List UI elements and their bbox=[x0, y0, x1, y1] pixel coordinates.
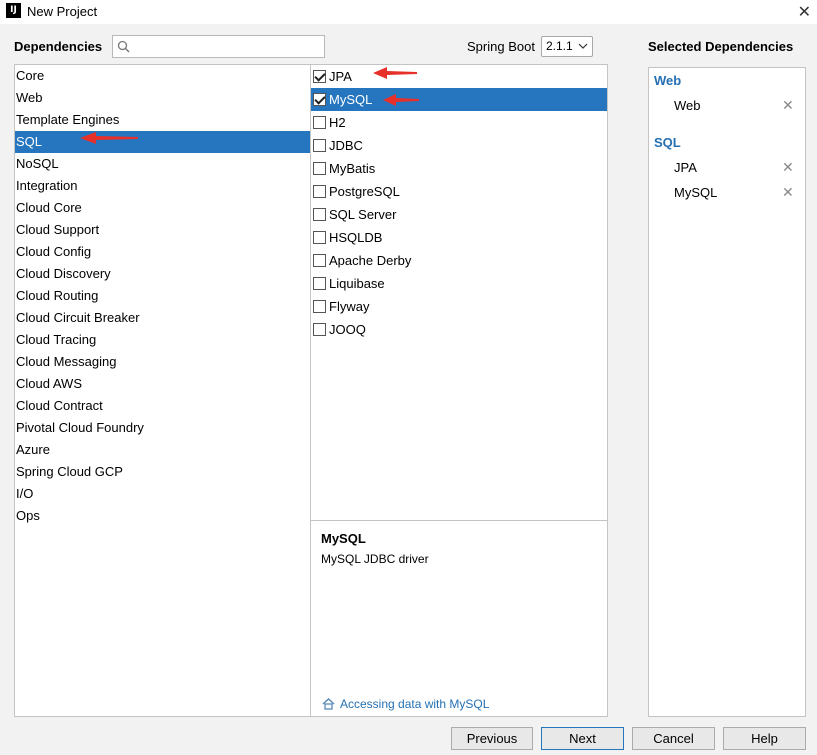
previous-button[interactable]: Previous bbox=[451, 727, 533, 750]
dependency-item[interactable]: MyBatis bbox=[311, 157, 607, 180]
selected-dependency-item: MySQL bbox=[674, 185, 718, 200]
dependency-checkbox[interactable] bbox=[313, 231, 326, 244]
dependency-description-panel: MySQL MySQL JDBC driver Accessing data w… bbox=[311, 520, 608, 717]
dependency-checkbox[interactable] bbox=[313, 93, 326, 106]
description-title: MySQL bbox=[321, 531, 366, 546]
cancel-button[interactable]: Cancel bbox=[632, 727, 715, 750]
window-title: New Project bbox=[27, 4, 98, 19]
home-icon bbox=[322, 698, 335, 710]
dependency-label: MySQL bbox=[329, 92, 373, 107]
next-button[interactable]: Next bbox=[541, 727, 624, 750]
category-list: Core Web Template Engines SQL NoSQL Integrati… bbox=[14, 64, 311, 717]
category-item[interactable]: Ops bbox=[15, 505, 310, 527]
remove-icon[interactable]: ✕ bbox=[782, 97, 794, 114]
selected-group-header: Web bbox=[654, 73, 682, 88]
search-field[interactable] bbox=[112, 35, 325, 58]
dependency-item[interactable]: SQL Server bbox=[311, 203, 607, 226]
remove-icon[interactable]: ✕ bbox=[782, 184, 794, 201]
dependency-label: MyBatis bbox=[329, 161, 376, 176]
chevron-down-icon bbox=[578, 37, 588, 63]
category-item[interactable]: Cloud Routing bbox=[15, 285, 310, 307]
dependency-checkbox[interactable] bbox=[313, 116, 326, 129]
selected-dependencies-label: Selected Dependencies bbox=[648, 39, 794, 54]
spring-boot-version-select[interactable]: 2.1.1 bbox=[541, 36, 593, 57]
search-icon bbox=[117, 40, 130, 53]
category-item[interactable]: Azure bbox=[15, 439, 310, 461]
red-arrow-icon bbox=[373, 67, 417, 79]
dependency-list: JPA MySQL H2 JDBC MyBatis PostgreSQL SQL Serve… bbox=[311, 64, 608, 521]
category-item[interactable]: Cloud Contract bbox=[15, 395, 310, 417]
description-text: MySQL JDBC driver bbox=[321, 552, 429, 566]
dependency-label: JPA bbox=[329, 69, 352, 84]
dependency-checkbox[interactable] bbox=[313, 254, 326, 267]
dependency-checkbox[interactable] bbox=[313, 139, 326, 152]
intellij-logo-icon: IJ bbox=[6, 3, 21, 18]
category-item[interactable]: Cloud Core bbox=[15, 197, 310, 219]
dependency-checkbox[interactable] bbox=[313, 185, 326, 198]
category-item[interactable]: Pivotal Cloud Foundry bbox=[15, 417, 310, 439]
dependency-label: HSQLDB bbox=[329, 230, 383, 245]
selected-dependency-item: JPA bbox=[674, 160, 697, 175]
category-item[interactable]: NoSQL bbox=[15, 153, 310, 175]
help-button[interactable]: Help bbox=[723, 727, 806, 750]
close-icon[interactable]: ✕ bbox=[798, 2, 811, 22]
dependency-checkbox[interactable] bbox=[313, 277, 326, 290]
title-bar: IJ New Project ✕ bbox=[0, 0, 817, 24]
dependency-label: JDBC bbox=[329, 138, 363, 153]
dependency-checkbox[interactable] bbox=[313, 208, 326, 221]
dependency-item[interactable]: Liquibase bbox=[311, 272, 607, 295]
dependency-item[interactable]: Apache Derby bbox=[311, 249, 607, 272]
dependency-item[interactable]: H2 bbox=[311, 111, 607, 134]
spring-boot-label: Spring Boot bbox=[467, 39, 535, 54]
dependency-item[interactable]: JOOQ bbox=[311, 318, 607, 341]
category-item[interactable]: Cloud Circuit Breaker bbox=[15, 307, 310, 329]
selected-group-header: SQL bbox=[654, 135, 681, 150]
dependency-checkbox[interactable] bbox=[313, 70, 326, 83]
category-item[interactable]: Spring Cloud GCP bbox=[15, 461, 310, 483]
dependency-item[interactable]: MySQL bbox=[311, 88, 607, 111]
dependency-label: Apache Derby bbox=[329, 253, 412, 268]
dependency-item[interactable]: JPA bbox=[311, 65, 607, 88]
guide-link[interactable]: Accessing data with MySQL bbox=[322, 697, 489, 711]
dependency-label: Flyway bbox=[329, 299, 370, 314]
category-item[interactable]: Template Engines bbox=[15, 109, 310, 131]
selected-dependencies-panel: Web Web ✕ SQL JPA ✕ MySQL ✕ bbox=[648, 67, 806, 717]
dependency-label: Liquibase bbox=[329, 276, 385, 291]
category-item[interactable]: Cloud Discovery bbox=[15, 263, 310, 285]
dependency-label: JOOQ bbox=[329, 322, 366, 337]
category-item[interactable]: Cloud Config bbox=[15, 241, 310, 263]
dependency-label: PostgreSQL bbox=[329, 184, 400, 199]
category-item[interactable]: Cloud Tracing bbox=[15, 329, 310, 351]
category-item[interactable]: Core bbox=[15, 65, 310, 87]
category-item[interactable]: Cloud Messaging bbox=[15, 351, 310, 373]
category-item[interactable]: Web bbox=[15, 87, 310, 109]
dependency-item[interactable]: Flyway bbox=[311, 295, 607, 318]
guide-link-text[interactable]: Accessing data with MySQL bbox=[340, 697, 489, 711]
red-arrow-icon bbox=[383, 94, 419, 106]
dependencies-label: Dependencies bbox=[14, 39, 103, 54]
category-item[interactable]: Cloud AWS bbox=[15, 373, 310, 395]
category-item[interactable]: I/O bbox=[15, 483, 310, 505]
dependency-checkbox[interactable] bbox=[313, 162, 326, 175]
dependency-checkbox[interactable] bbox=[313, 300, 326, 313]
dependency-label: SQL Server bbox=[329, 207, 397, 222]
dependency-label: H2 bbox=[329, 115, 346, 130]
dependency-checkbox[interactable] bbox=[313, 323, 326, 336]
remove-icon[interactable]: ✕ bbox=[782, 159, 794, 176]
selected-dependency-item: Web bbox=[674, 98, 701, 113]
red-arrow-icon bbox=[80, 132, 138, 144]
dependency-item[interactable]: PostgreSQL bbox=[311, 180, 607, 203]
spring-boot-version-value: 2.1.1 bbox=[546, 39, 573, 53]
category-item[interactable]: SQL bbox=[15, 131, 310, 153]
category-item[interactable]: Integration bbox=[15, 175, 310, 197]
category-item[interactable]: Cloud Support bbox=[15, 219, 310, 241]
search-input[interactable] bbox=[135, 38, 321, 55]
dependency-item[interactable]: JDBC bbox=[311, 134, 607, 157]
dependency-item[interactable]: HSQLDB bbox=[311, 226, 607, 249]
